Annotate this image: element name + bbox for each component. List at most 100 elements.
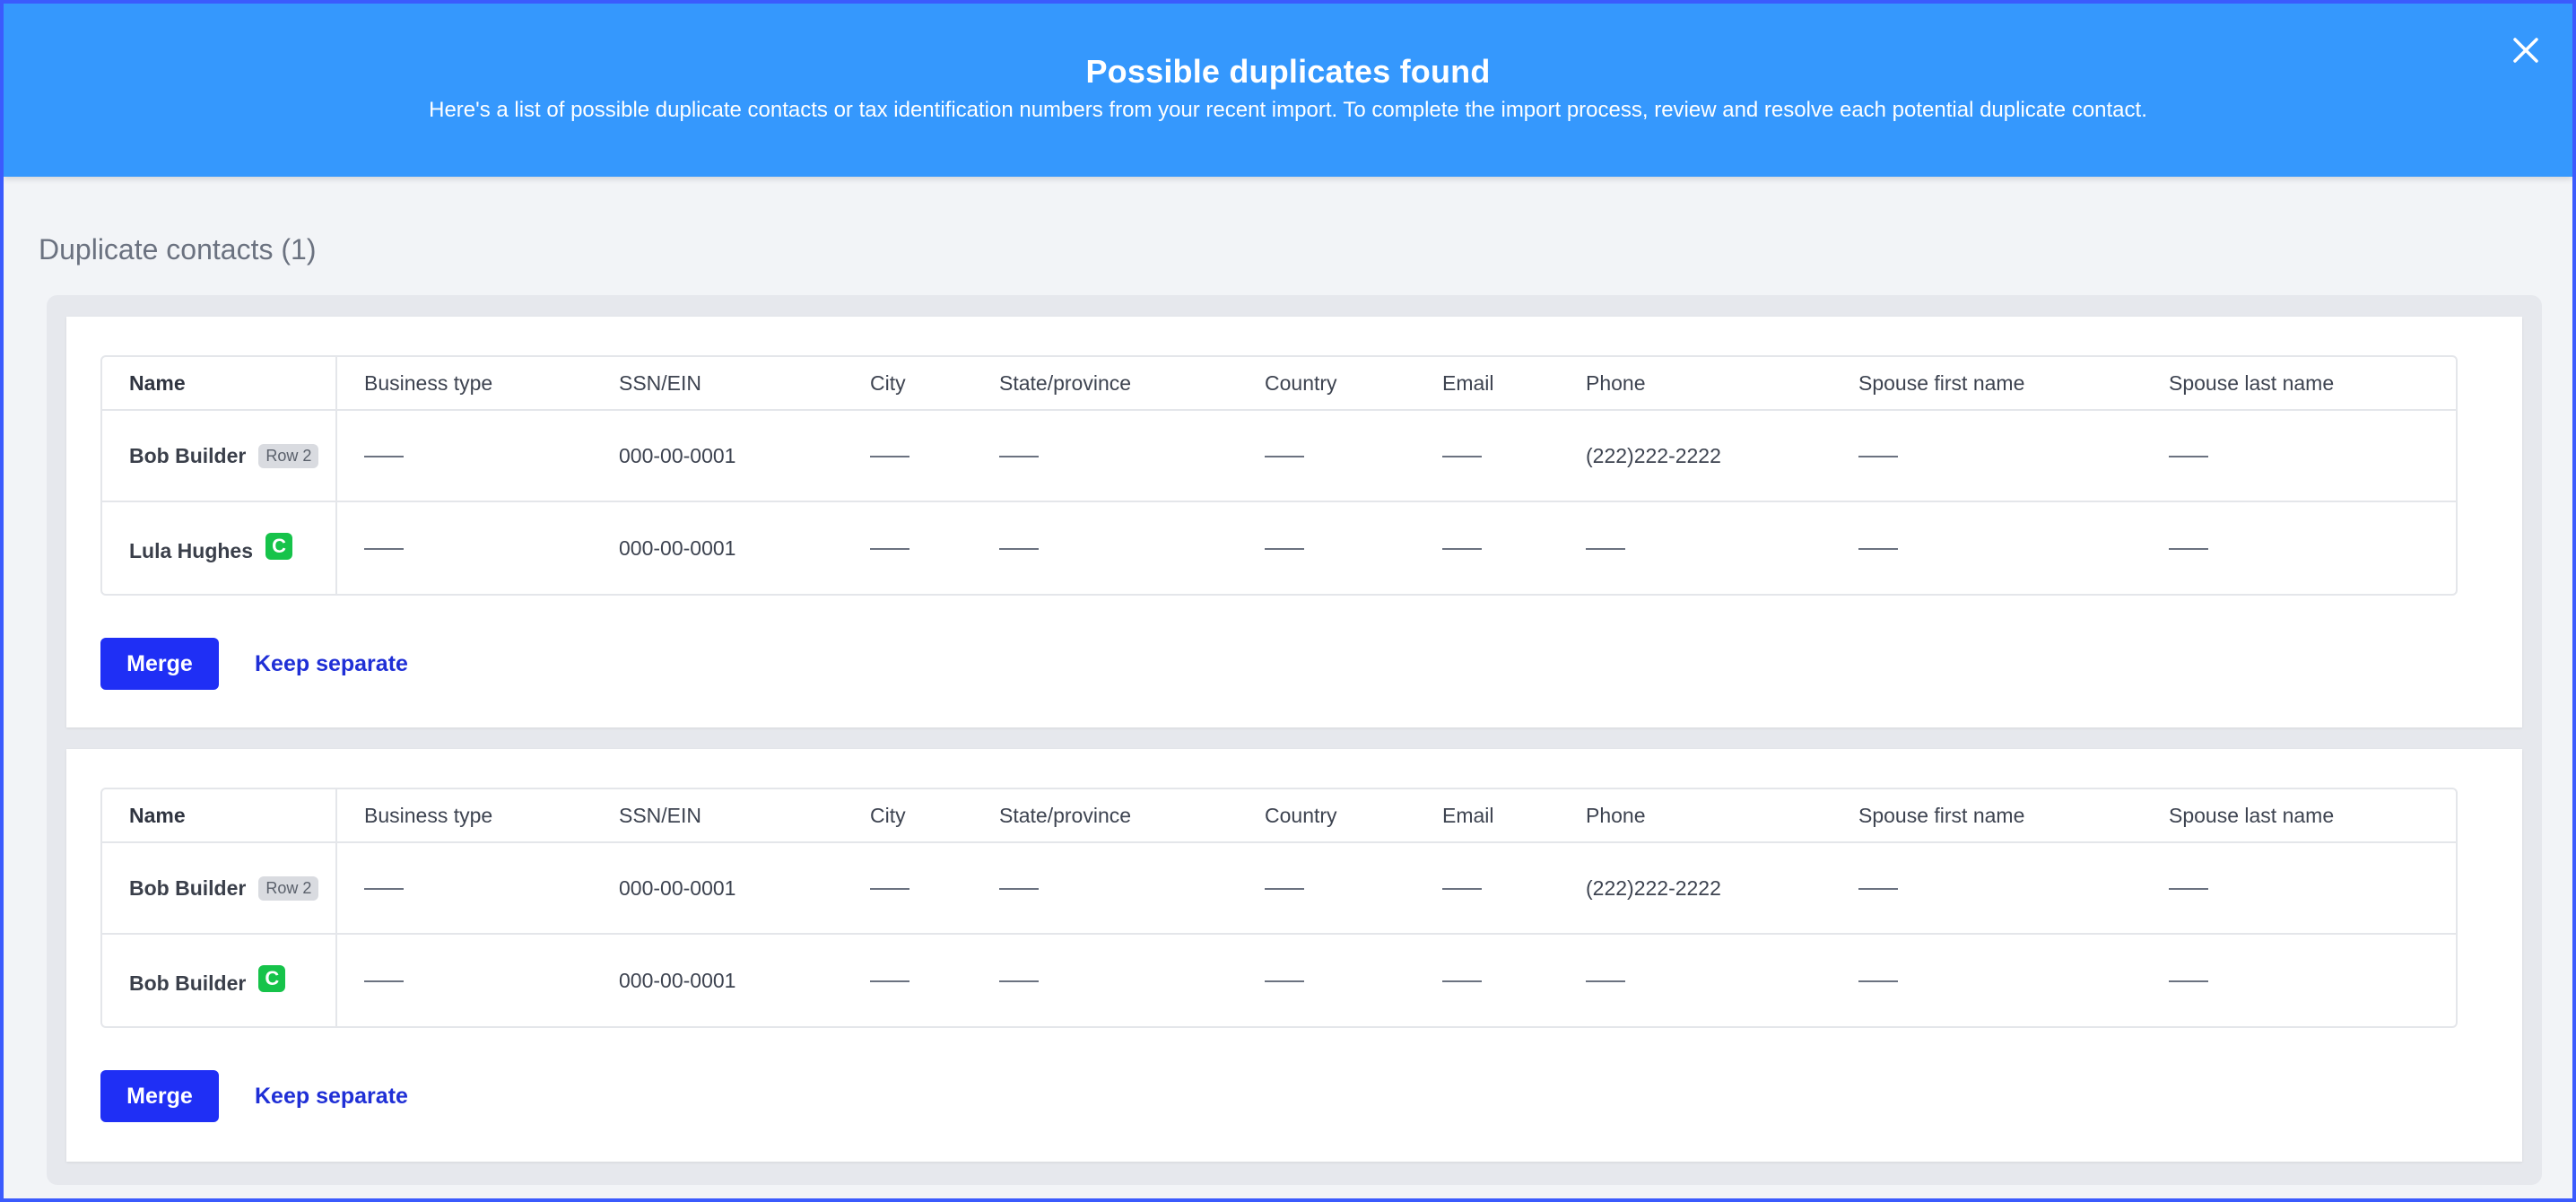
duplicates-panel: Name Business type SSN/EIN City State/pr… xyxy=(47,295,2542,1185)
dialog-subtitle: Here's a list of possible duplicate cont… xyxy=(429,98,2147,122)
table-row: Lula Hughes C 000-00-0001 xyxy=(102,502,2456,594)
city-cell xyxy=(843,935,972,1026)
duplicate-group-card: Name Business type SSN/EIN City State/pr… xyxy=(66,749,2522,1162)
col-header-name: Name xyxy=(102,789,337,843)
ssn-cell: 000-00-0001 xyxy=(619,536,736,560)
empty-dash xyxy=(364,888,404,891)
state-cell xyxy=(972,843,1238,935)
col-header-ssn: SSN/EIN xyxy=(592,357,843,411)
state-cell xyxy=(972,411,1238,502)
empty-dash xyxy=(1442,888,1482,891)
email-cell xyxy=(1415,502,1559,594)
table-row: Bob Builder Row 2 000-00-0001 (222)222-22… xyxy=(102,411,2456,502)
table-row: Bob Builder C 000-00-0001 xyxy=(102,935,2456,1026)
email-cell xyxy=(1415,411,1559,502)
empty-dash xyxy=(1442,548,1482,551)
contact-name: Bob Builder xyxy=(129,875,247,900)
country-cell xyxy=(1238,935,1415,1026)
empty-dash xyxy=(870,888,909,891)
empty-dash xyxy=(364,456,404,458)
section-title: Duplicate contacts (1) xyxy=(39,233,317,266)
merge-button[interactable]: Merge xyxy=(100,1070,219,1122)
table-header-row: Name Business type SSN/EIN City State/pr… xyxy=(102,357,2456,411)
empty-dash xyxy=(1442,980,1482,983)
name-cell: Bob Builder Row 2 xyxy=(102,843,337,935)
empty-dash xyxy=(999,888,1039,891)
ssn-cell: 000-00-0001 xyxy=(619,968,736,992)
phone-cell xyxy=(1559,935,1832,1026)
empty-dash xyxy=(364,980,404,983)
table-header-row: Name Business type SSN/EIN City State/pr… xyxy=(102,789,2456,843)
empty-dash xyxy=(870,548,909,551)
empty-dash xyxy=(999,456,1039,458)
row-badge: Row 2 xyxy=(258,443,319,468)
empty-dash xyxy=(1858,980,1898,983)
phone-cell xyxy=(1559,502,1832,594)
contact-name: Bob Builder xyxy=(129,443,247,467)
keep-separate-link[interactable]: Keep separate xyxy=(255,638,408,690)
business-type-cell xyxy=(337,502,592,594)
ssn-cell: 000-00-0001 xyxy=(592,411,843,502)
name-cell: Lula Hughes C xyxy=(102,502,337,594)
phone-cell: (222)222-2222 xyxy=(1559,411,1832,502)
duplicate-table: Name Business type SSN/EIN City State/pr… xyxy=(100,355,2458,596)
empty-dash xyxy=(1586,548,1625,551)
ssn-cell: 000-00-0001 xyxy=(592,843,843,935)
keep-separate-link[interactable]: Keep separate xyxy=(255,1070,408,1122)
business-type-cell xyxy=(337,935,592,1026)
country-cell xyxy=(1238,843,1415,935)
empty-dash xyxy=(1858,456,1898,458)
col-header-spouse-first: Spouse first name xyxy=(1832,789,2142,843)
col-header-phone: Phone xyxy=(1559,357,1832,411)
close-button[interactable] xyxy=(2506,30,2546,70)
col-header-phone: Phone xyxy=(1559,789,1832,843)
empty-dash xyxy=(870,980,909,983)
country-cell xyxy=(1238,411,1415,502)
empty-dash xyxy=(999,980,1039,983)
empty-dash xyxy=(2169,888,2208,891)
email-cell xyxy=(1415,843,1559,935)
email-cell xyxy=(1415,935,1559,1026)
empty-dash xyxy=(1858,888,1898,891)
empty-dash xyxy=(2169,980,2208,983)
merge-button[interactable]: Merge xyxy=(100,638,219,690)
col-header-spouse-last: Spouse last name xyxy=(2142,789,2456,843)
city-cell xyxy=(843,502,972,594)
empty-dash xyxy=(1586,980,1625,983)
spouse-last-cell xyxy=(2142,843,2456,935)
name-cell: Bob Builder Row 2 xyxy=(102,411,337,502)
business-type-cell xyxy=(337,843,592,935)
col-header-spouse-last: Spouse last name xyxy=(2142,357,2456,411)
empty-dash xyxy=(2169,548,2208,551)
col-header-email: Email xyxy=(1415,789,1559,843)
empty-dash xyxy=(1442,456,1482,458)
contact-badge: C xyxy=(258,965,286,992)
spouse-first-cell xyxy=(1832,502,2142,594)
contact-badge: C xyxy=(265,533,293,560)
empty-dash xyxy=(1858,548,1898,551)
state-cell xyxy=(972,935,1238,1026)
col-header-country: Country xyxy=(1238,789,1415,843)
col-header-state: State/province xyxy=(972,789,1238,843)
empty-dash xyxy=(1265,888,1304,891)
spouse-last-cell xyxy=(2142,411,2456,502)
state-cell xyxy=(972,502,1238,594)
spouse-last-cell xyxy=(2142,935,2456,1026)
col-header-business-type: Business type xyxy=(337,789,592,843)
spouse-first-cell xyxy=(1832,411,2142,502)
empty-dash xyxy=(1265,980,1304,983)
contact-name: Lula Hughes xyxy=(129,539,254,562)
contact-name: Bob Builder xyxy=(129,971,247,995)
empty-dash xyxy=(870,456,909,458)
col-header-ssn: SSN/EIN xyxy=(592,789,843,843)
table-row: Bob Builder Row 2 000-00-0001 (222)222-22… xyxy=(102,843,2456,935)
empty-dash xyxy=(1265,456,1304,458)
col-header-business-type: Business type xyxy=(337,357,592,411)
col-header-email: Email xyxy=(1415,357,1559,411)
spouse-last-cell xyxy=(2142,502,2456,594)
col-header-state: State/province xyxy=(972,357,1238,411)
city-cell xyxy=(843,843,972,935)
city-cell xyxy=(843,411,972,502)
empty-dash xyxy=(364,548,404,551)
business-type-cell xyxy=(337,411,592,502)
